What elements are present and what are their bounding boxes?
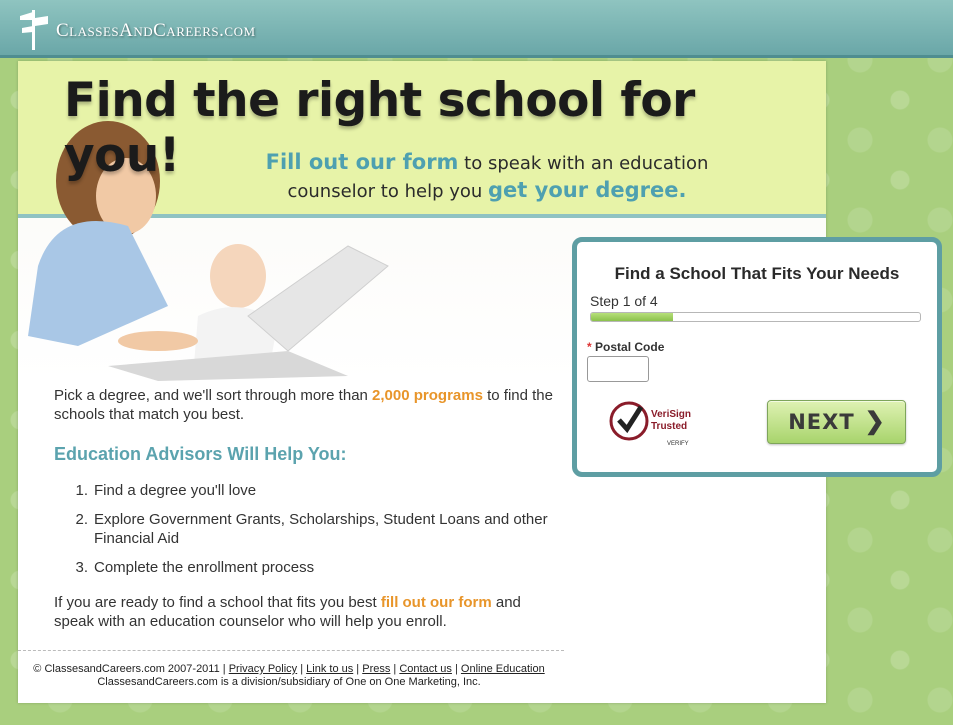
school-finder-form: Find a School That Fits Your Needs Step … [572, 237, 942, 477]
signpost-icon [20, 10, 48, 50]
footer: © ClassesandCareers.com 2007-2011 | Priv… [18, 663, 560, 689]
step-indicator: Step 1 of 4 [590, 293, 658, 309]
footer-line-2: ClassesandCareers.com is a division/subs… [97, 676, 481, 688]
footer-line-1: © ClassesandCareers.com 2007-2011 | Priv… [33, 663, 545, 675]
subhead-highlight-2: get your degree. [488, 178, 687, 202]
hero-subheading: Fill out our form to speak with an educa… [252, 149, 722, 205]
site-logo[interactable]: ClassesAndCareers.com [16, 6, 256, 52]
list-number: 2. [75, 511, 88, 528]
footer-divider [18, 650, 564, 651]
list-number: 3. [75, 559, 88, 576]
next-button-label: NEXT [788, 410, 855, 434]
verisign-text-1: VeriSign [651, 409, 691, 420]
fill-form-link[interactable]: fill out our form [381, 594, 492, 611]
intro-paragraph: Pick a degree, and we'll sort through mo… [54, 386, 564, 424]
list-text: Explore Government Grants, Scholarships,… [94, 511, 548, 547]
logo-text: ClassesAndCareers.com [56, 20, 256, 41]
next-button[interactable]: NEXT ❯ [767, 400, 906, 444]
list-number: 1. [75, 482, 88, 499]
list-item: 3. Complete the enrollment process [54, 558, 564, 577]
postal-code-label: * Postal Code [587, 340, 664, 354]
copyright-text: © ClassesandCareers.com 2007-2011 | [33, 663, 226, 675]
privacy-policy-link[interactable]: Privacy Policy [229, 663, 297, 675]
list-text: Complete the enrollment process [94, 559, 315, 576]
progress-fill [591, 313, 674, 321]
postal-label-text: Postal Code [595, 340, 665, 354]
intro-text-1: Pick a degree, and we'll sort through mo… [54, 387, 373, 404]
verisign-text-3: VERIFY [667, 441, 689, 447]
postal-code-input[interactable] [587, 356, 649, 382]
verisign-trusted-seal[interactable]: VeriSign Trusted VERIFY [607, 395, 707, 451]
subhead-highlight-1: Fill out our form [265, 150, 459, 174]
advisors-heading: Education Advisors Will Help You: [54, 444, 347, 464]
required-marker: * [587, 340, 592, 354]
closing-paragraph: If you are ready to find a school that f… [54, 593, 564, 631]
top-bar: ClassesAndCareers.com [0, 0, 953, 58]
press-link[interactable]: Press [362, 663, 390, 675]
list-item: 1. Find a degree you'll love [54, 481, 564, 500]
chevron-right-icon: ❯ [864, 407, 885, 435]
progress-bar [590, 312, 921, 322]
online-education-link[interactable]: Online Education [461, 663, 545, 675]
form-title: Find a School That Fits Your Needs [614, 264, 900, 283]
programs-count: 2,000 programs [372, 387, 483, 404]
contact-us-link[interactable]: Contact us [399, 663, 452, 675]
list-item: 2. Explore Government Grants, Scholarshi… [54, 510, 564, 548]
advisor-steps-list: 1. Find a degree you'll love 2. Explore … [54, 481, 564, 587]
verisign-text-2: Trusted [651, 421, 687, 432]
list-text: Find a degree you'll love [94, 482, 257, 499]
closing-text-1: If you are ready to find a school that f… [54, 594, 381, 611]
link-to-us-link[interactable]: Link to us [306, 663, 353, 675]
